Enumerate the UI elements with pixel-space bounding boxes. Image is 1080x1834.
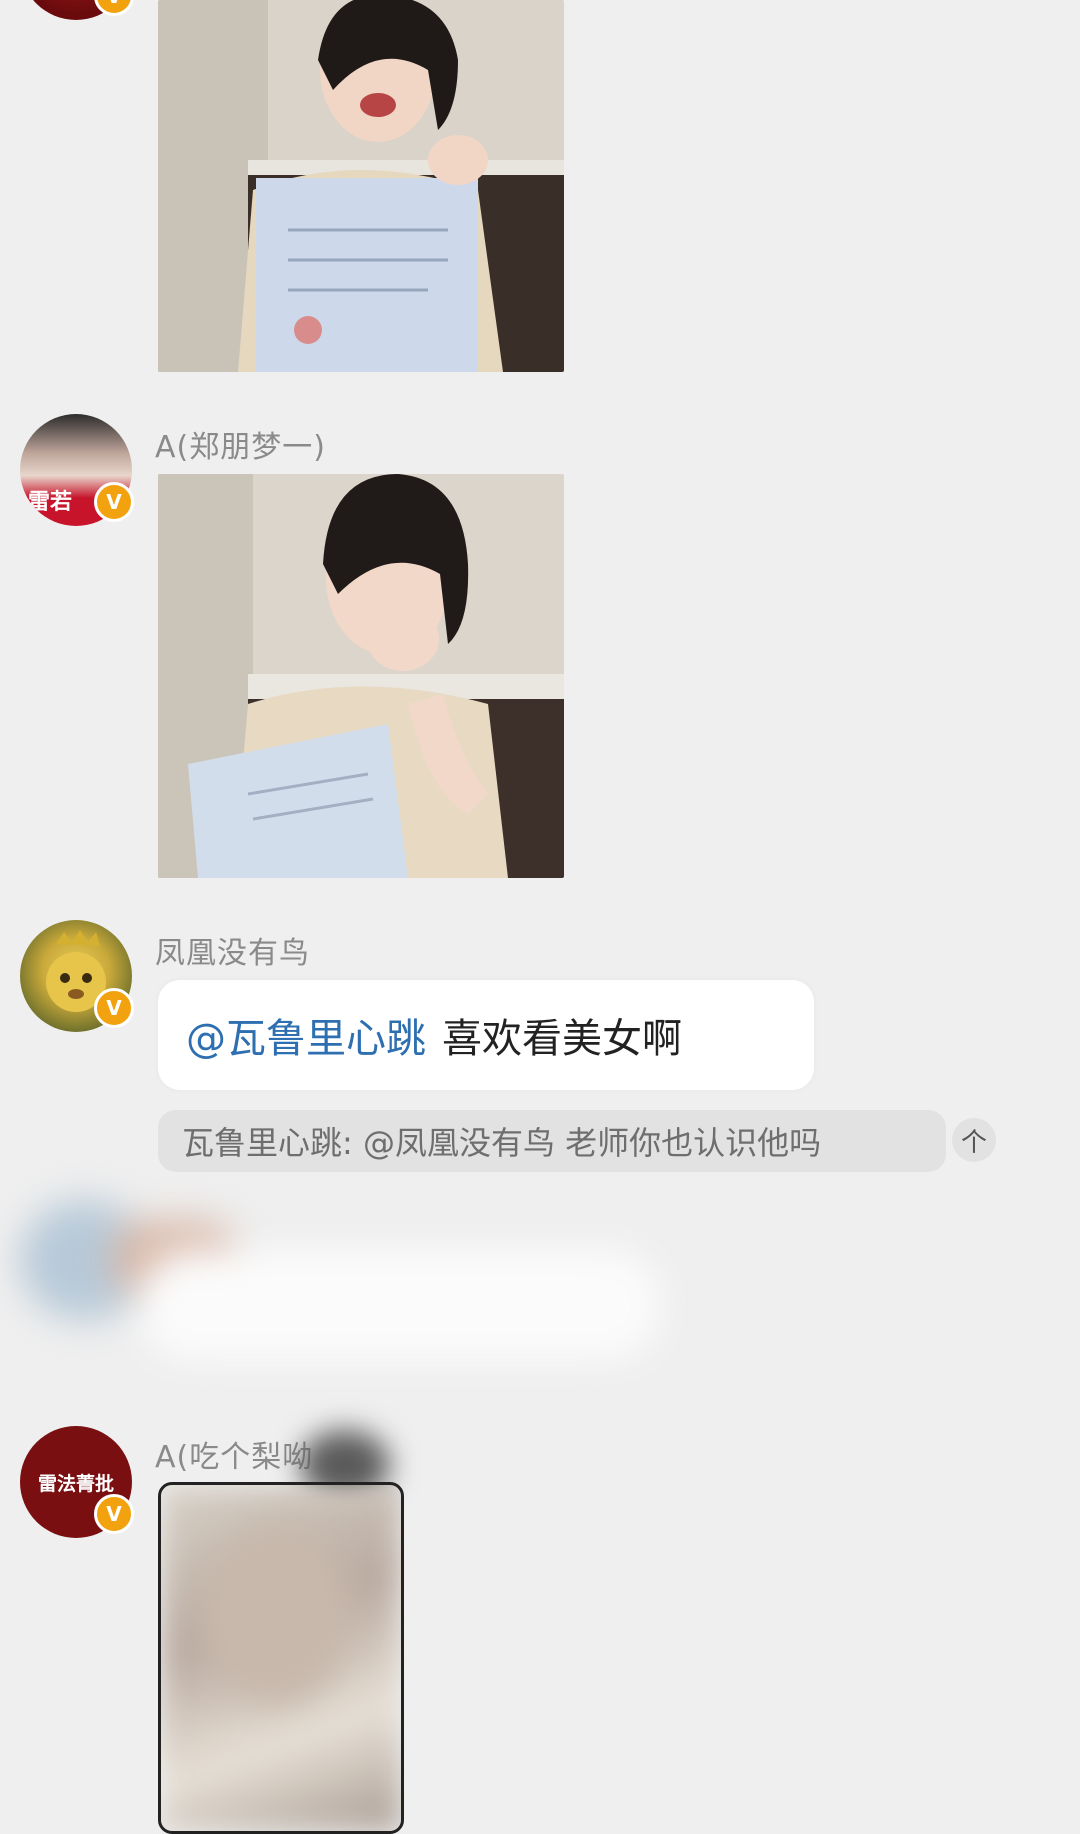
verified-badge-icon: V — [94, 988, 134, 1028]
message-image-2[interactable] — [158, 474, 564, 878]
up-arrow-glyph: 个 — [960, 1127, 987, 1158]
up-arrow-icon[interactable]: 个 — [952, 1118, 996, 1162]
message-bubble[interactable]: @瓦鲁里心跳 喜欢看美女啊 — [158, 980, 814, 1090]
message-text: 喜欢看美女啊 — [442, 1016, 682, 1062]
quoted-reply-text: 瓦鲁里心跳: @凤凰没有鸟 老师你也认识他吗 — [182, 1124, 822, 1162]
avatar-msg5[interactable]: 雷法菁批 V — [20, 1426, 134, 1538]
verified-badge-icon: V — [94, 482, 134, 522]
message-image-5[interactable] — [158, 1482, 404, 1834]
avatar-msg1[interactable]: V — [20, 0, 134, 20]
redacted-message — [0, 1160, 700, 1420]
sender-name: A(吃个梨呦 — [155, 1440, 314, 1475]
verified-badge-icon: V — [94, 1494, 134, 1534]
photo-woman-holding-paper-1 — [158, 0, 564, 372]
avatar-msg3[interactable]: V — [20, 920, 134, 1032]
photo-woman-holding-paper-2 — [158, 474, 564, 878]
message-image-1[interactable] — [158, 0, 564, 372]
mention-link[interactable]: @瓦鲁里心跳 — [186, 1006, 426, 1064]
sender-name: A(郑朋梦一) — [155, 430, 326, 465]
avatar-msg2[interactable]: 雷若 V — [20, 414, 134, 526]
avatar-label: 雷若 — [28, 490, 73, 515]
sender-name: 凤凰没有鸟 — [155, 936, 310, 971]
avatar-label: 雷法菁批 — [37, 1472, 114, 1495]
